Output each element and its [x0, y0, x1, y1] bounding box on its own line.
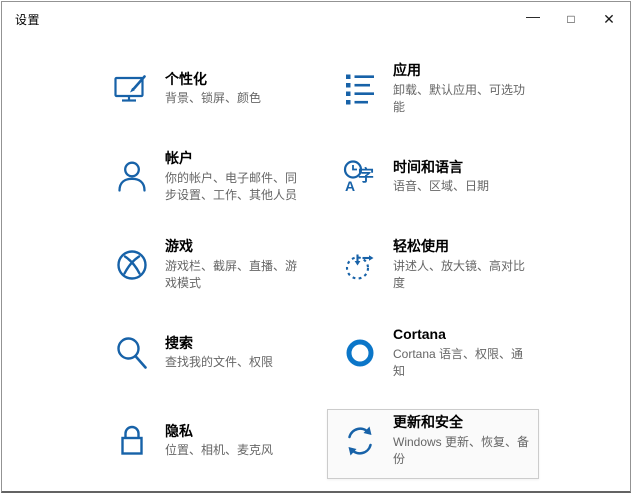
tile-subtitle: 卸载、默认应用、可选功能: [393, 82, 526, 114]
tile-title: 时间和语言: [393, 158, 463, 175]
settings-tile-grid: 个性化 背景、锁屏、颜色 应用 卸载、默认应用、可选功能 帐户 你的帐户、电子邮…: [99, 57, 539, 479]
tile-title: 帐户: [165, 150, 193, 167]
tile-cortana[interactable]: Cortana Cortana 语言、权限、通知: [327, 321, 539, 391]
apps-list-icon: [340, 69, 380, 109]
tile-apps[interactable]: 应用 卸载、默认应用、可选功能: [327, 57, 539, 127]
clock-language-icon: 字 A: [340, 157, 380, 197]
svg-text:A: A: [345, 178, 355, 194]
tile-subtitle: Windows 更新、恢复、备份: [393, 434, 530, 466]
tile-subtitle: 查找我的文件、权限: [165, 355, 274, 370]
tile-personalization[interactable]: 个性化 背景、锁屏、颜色: [99, 57, 311, 127]
lock-icon: [112, 421, 152, 461]
tile-title: Cortana: [393, 326, 446, 343]
ease-of-access-icon: [340, 245, 380, 285]
tile-subtitle: Cortana 语言、权限、通知: [393, 346, 524, 378]
title-bar: 设置 — □ ✕: [2, 2, 630, 36]
cortana-icon: [340, 333, 380, 373]
tile-subtitle: 语音、区域、日期: [393, 179, 490, 194]
tile-privacy[interactable]: 隐私 位置、相机、麦克风: [99, 409, 311, 479]
tile-subtitle: 游戏栏、截屏、直播、游戏模式: [165, 258, 298, 290]
svg-text:字: 字: [358, 166, 374, 185]
tile-accounts[interactable]: 帐户 你的帐户、电子邮件、同步设置、工作、其他人员: [99, 145, 311, 215]
tile-ease-of-access[interactable]: 轻松使用 讲述人、放大镜、高对比度: [327, 233, 539, 303]
tile-update-security[interactable]: 更新和安全 Windows 更新、恢复、备份: [327, 409, 539, 479]
window-title: 设置: [15, 12, 41, 27]
tile-search[interactable]: 搜索 查找我的文件、权限: [99, 321, 311, 391]
sync-icon: [340, 421, 380, 461]
person-icon: [112, 157, 152, 197]
tile-title: 搜索: [165, 334, 193, 351]
monitor-brush-icon: [112, 69, 152, 109]
tile-subtitle: 讲述人、放大镜、高对比度: [393, 258, 526, 290]
close-button[interactable]: ✕: [590, 4, 628, 34]
maximize-button[interactable]: □: [552, 4, 590, 34]
search-icon: [112, 333, 152, 373]
tile-title: 更新和安全: [393, 414, 463, 431]
settings-window: 设置 — □ ✕ 个性化 背景、锁屏、颜色 应用 卸载、默认应用、可选功能 帐户…: [1, 1, 631, 493]
tile-title: 游戏: [165, 238, 193, 255]
tile-subtitle: 背景、锁屏、颜色: [165, 91, 262, 106]
xbox-icon: [112, 245, 152, 285]
tile-subtitle: 你的帐户、电子邮件、同步设置、工作、其他人员: [165, 170, 298, 202]
minimize-button[interactable]: —: [514, 4, 552, 34]
window-controls: — □ ✕: [514, 2, 630, 36]
tile-title: 个性化: [165, 70, 207, 87]
tile-gaming[interactable]: 游戏 游戏栏、截屏、直播、游戏模式: [99, 233, 311, 303]
tile-title: 轻松使用: [393, 238, 449, 255]
tile-time-language[interactable]: 字 A 时间和语言 语音、区域、日期: [327, 145, 539, 215]
tile-title: 应用: [393, 62, 421, 79]
tile-subtitle: 位置、相机、麦克风: [165, 443, 274, 458]
tile-title: 隐私: [165, 422, 193, 439]
